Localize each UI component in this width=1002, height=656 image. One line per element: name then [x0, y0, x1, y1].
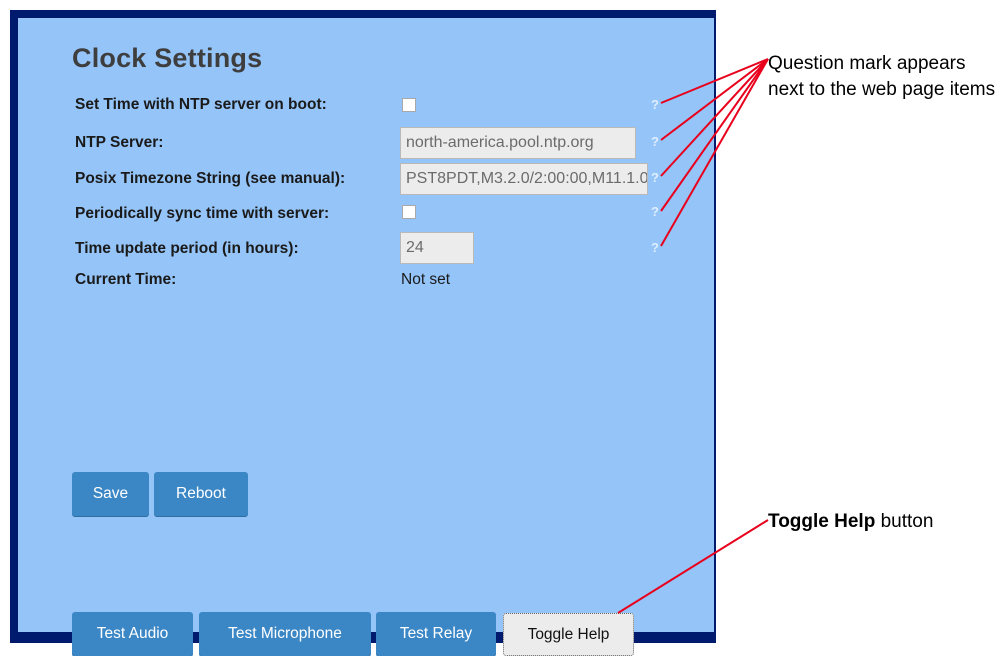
callout-line	[660, 58, 769, 247]
callout-lines	[617, 58, 769, 614]
callout-line	[660, 58, 769, 177]
callout-line	[660, 58, 769, 141]
callout-line	[617, 519, 769, 614]
